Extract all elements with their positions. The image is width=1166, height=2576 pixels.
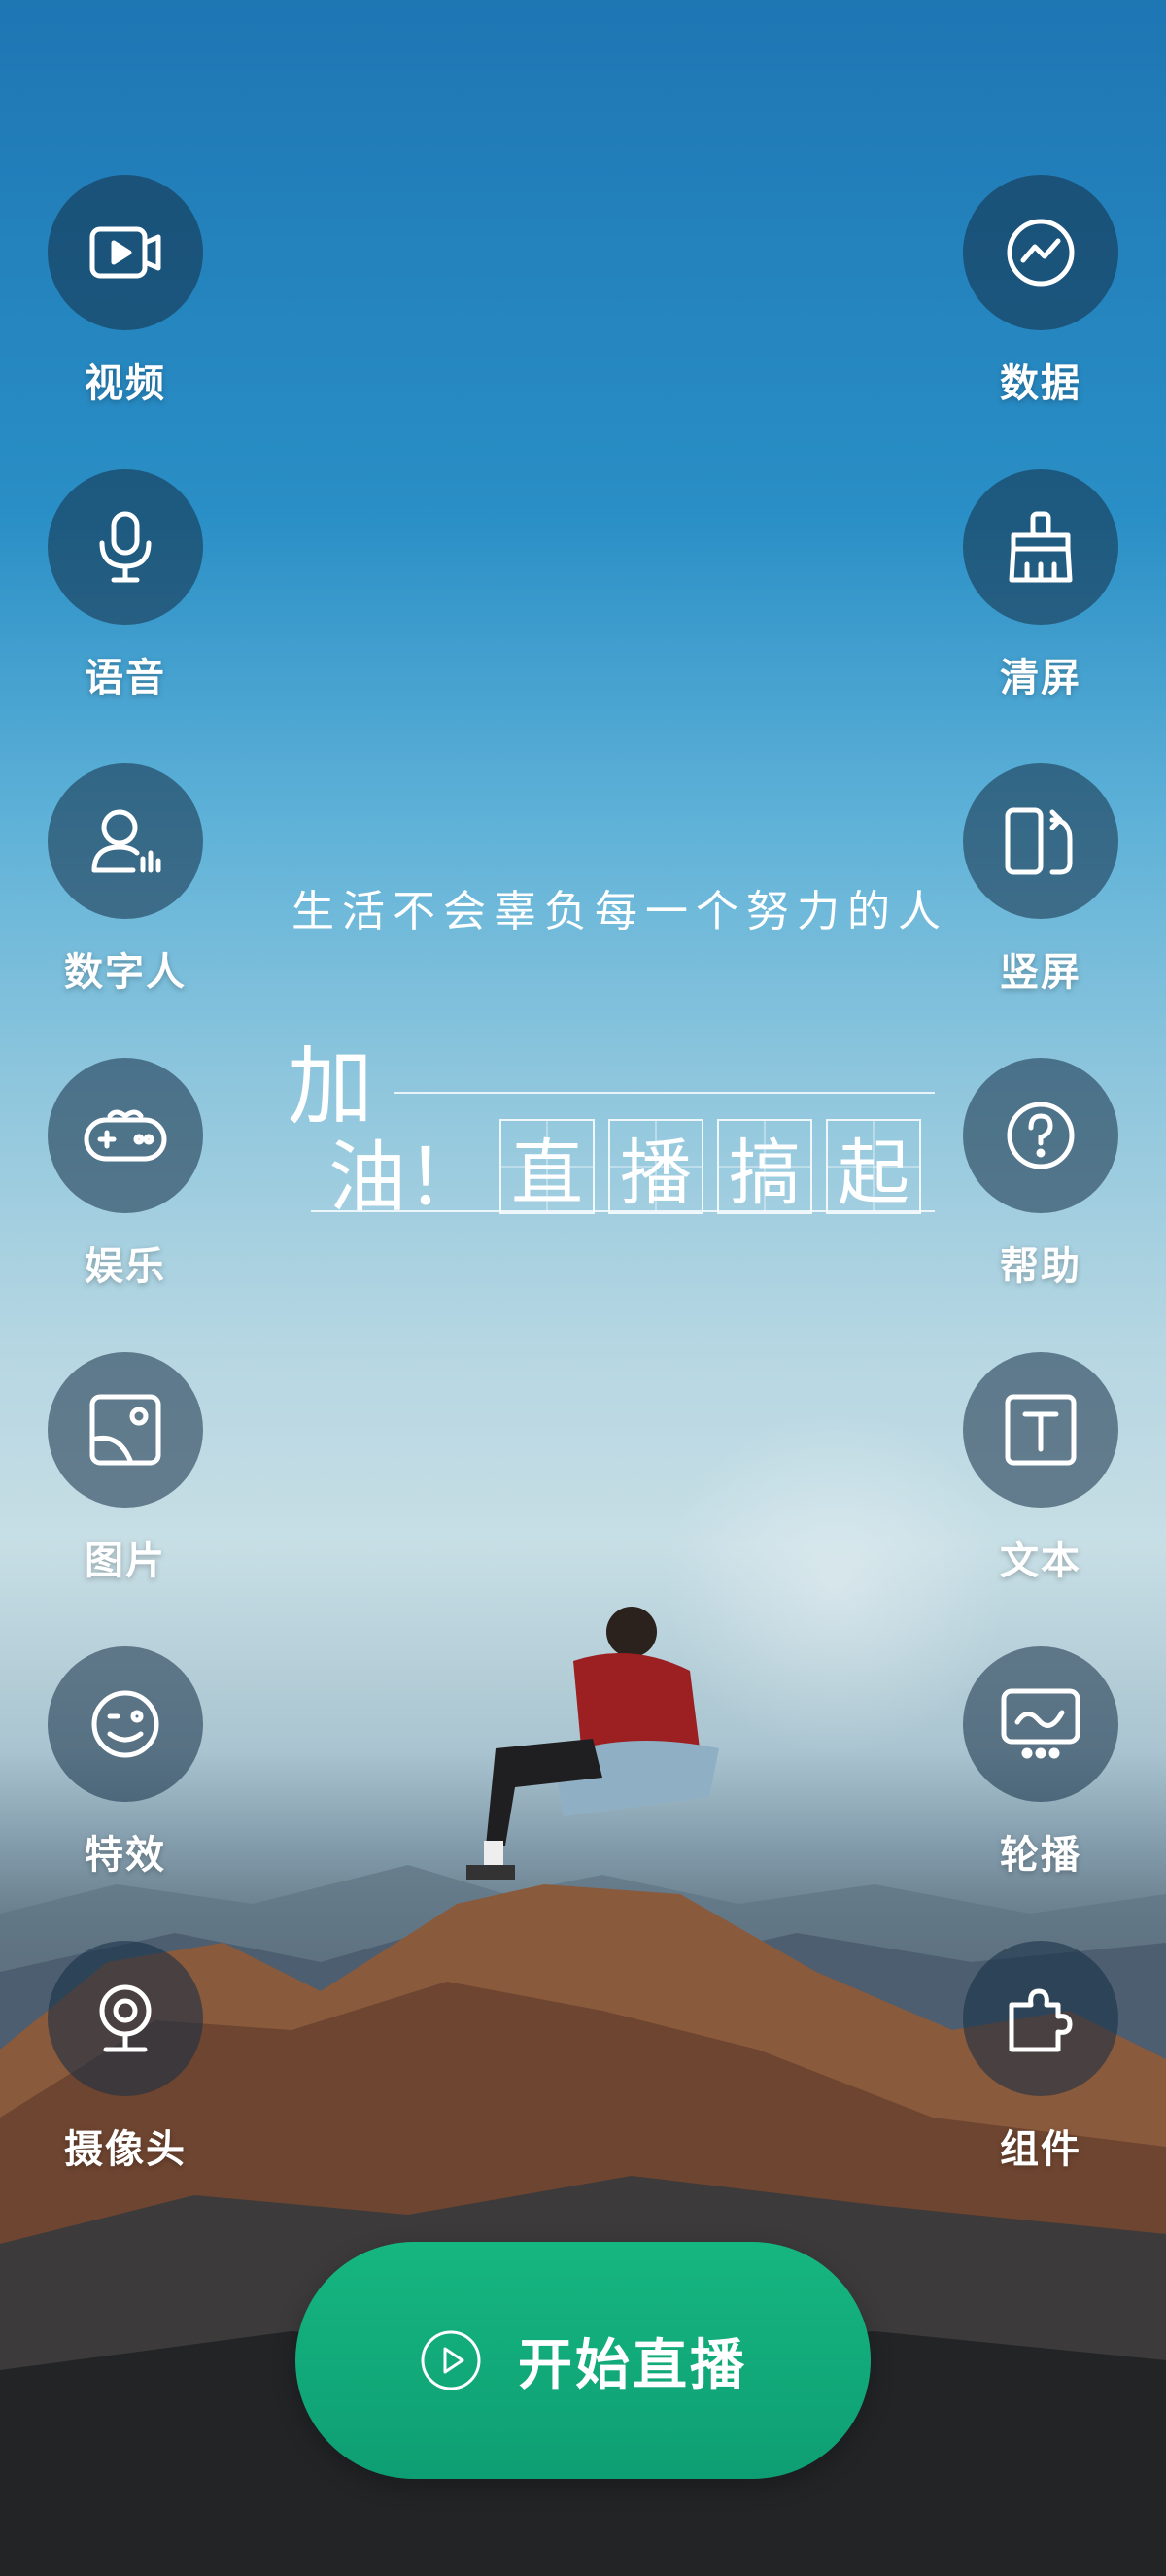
cheer-char-box: 搞	[717, 1119, 812, 1215]
slogan-text: 生活不会辜负每一个努力的人	[292, 887, 948, 936]
entertainment-button[interactable]: 娱乐	[48, 1058, 203, 1291]
voice-label: 语音	[85, 656, 166, 700]
rotate-screen-icon	[963, 763, 1118, 919]
entertainment-label: 娱乐	[85, 1244, 166, 1289]
cheer-char-box: 直	[499, 1119, 595, 1215]
digital-human-label: 数字人	[64, 950, 187, 995]
data-button[interactable]: 数据	[963, 175, 1118, 408]
image-icon	[48, 1352, 203, 1508]
camera-label: 摄像头	[64, 2127, 187, 2172]
carousel-icon	[963, 1646, 1118, 1802]
microphone-icon	[48, 469, 203, 625]
text-icon	[963, 1352, 1118, 1508]
components-label: 组件	[1000, 2127, 1081, 2172]
cheer-char-box: 起	[826, 1119, 921, 1215]
cheer-char-box: 播	[608, 1119, 703, 1215]
camera-button[interactable]: 摄像头	[48, 1941, 203, 2174]
start-live-label: 开始直播	[518, 2333, 747, 2397]
broom-icon	[963, 469, 1118, 625]
help-label: 帮助	[1000, 1244, 1081, 1289]
webcam-icon	[48, 1941, 203, 2096]
voice-button[interactable]: 语音	[48, 469, 203, 702]
clear-screen-label: 清屏	[1000, 656, 1081, 700]
video-label: 视频	[85, 361, 166, 406]
smiley-icon	[48, 1646, 203, 1802]
play-circle-icon	[421, 2330, 481, 2390]
clear-screen-button[interactable]: 清屏	[963, 469, 1118, 702]
text-label: 文本	[1000, 1539, 1081, 1583]
cheer-underline-top	[394, 1092, 935, 1094]
person-figure	[466, 1607, 719, 1880]
text-button[interactable]: 文本	[963, 1352, 1118, 1585]
image-button[interactable]: 图片	[48, 1352, 203, 1585]
help-button[interactable]: 帮助	[963, 1058, 1118, 1291]
components-button[interactable]: 组件	[963, 1941, 1118, 2174]
carousel-label: 轮播	[1000, 1833, 1081, 1878]
gamepad-icon	[48, 1058, 203, 1213]
help-icon	[963, 1058, 1118, 1213]
carousel-button[interactable]: 轮播	[963, 1646, 1118, 1880]
video-icon	[48, 175, 203, 330]
portrait-mode-button[interactable]: 竖屏	[963, 763, 1118, 997]
image-label: 图片	[85, 1539, 166, 1583]
portrait-mode-label: 竖屏	[1000, 950, 1081, 995]
chart-icon	[963, 175, 1118, 330]
digital-human-icon	[48, 763, 203, 919]
digital-human-button[interactable]: 数字人	[48, 763, 203, 997]
data-label: 数据	[1000, 361, 1081, 406]
effects-label: 特效	[85, 1833, 166, 1878]
puzzle-icon	[963, 1941, 1118, 2096]
effects-button[interactable]: 特效	[48, 1646, 203, 1880]
start-live-button[interactable]: 开始直播	[295, 2242, 871, 2479]
video-button[interactable]: 视频	[48, 175, 203, 408]
